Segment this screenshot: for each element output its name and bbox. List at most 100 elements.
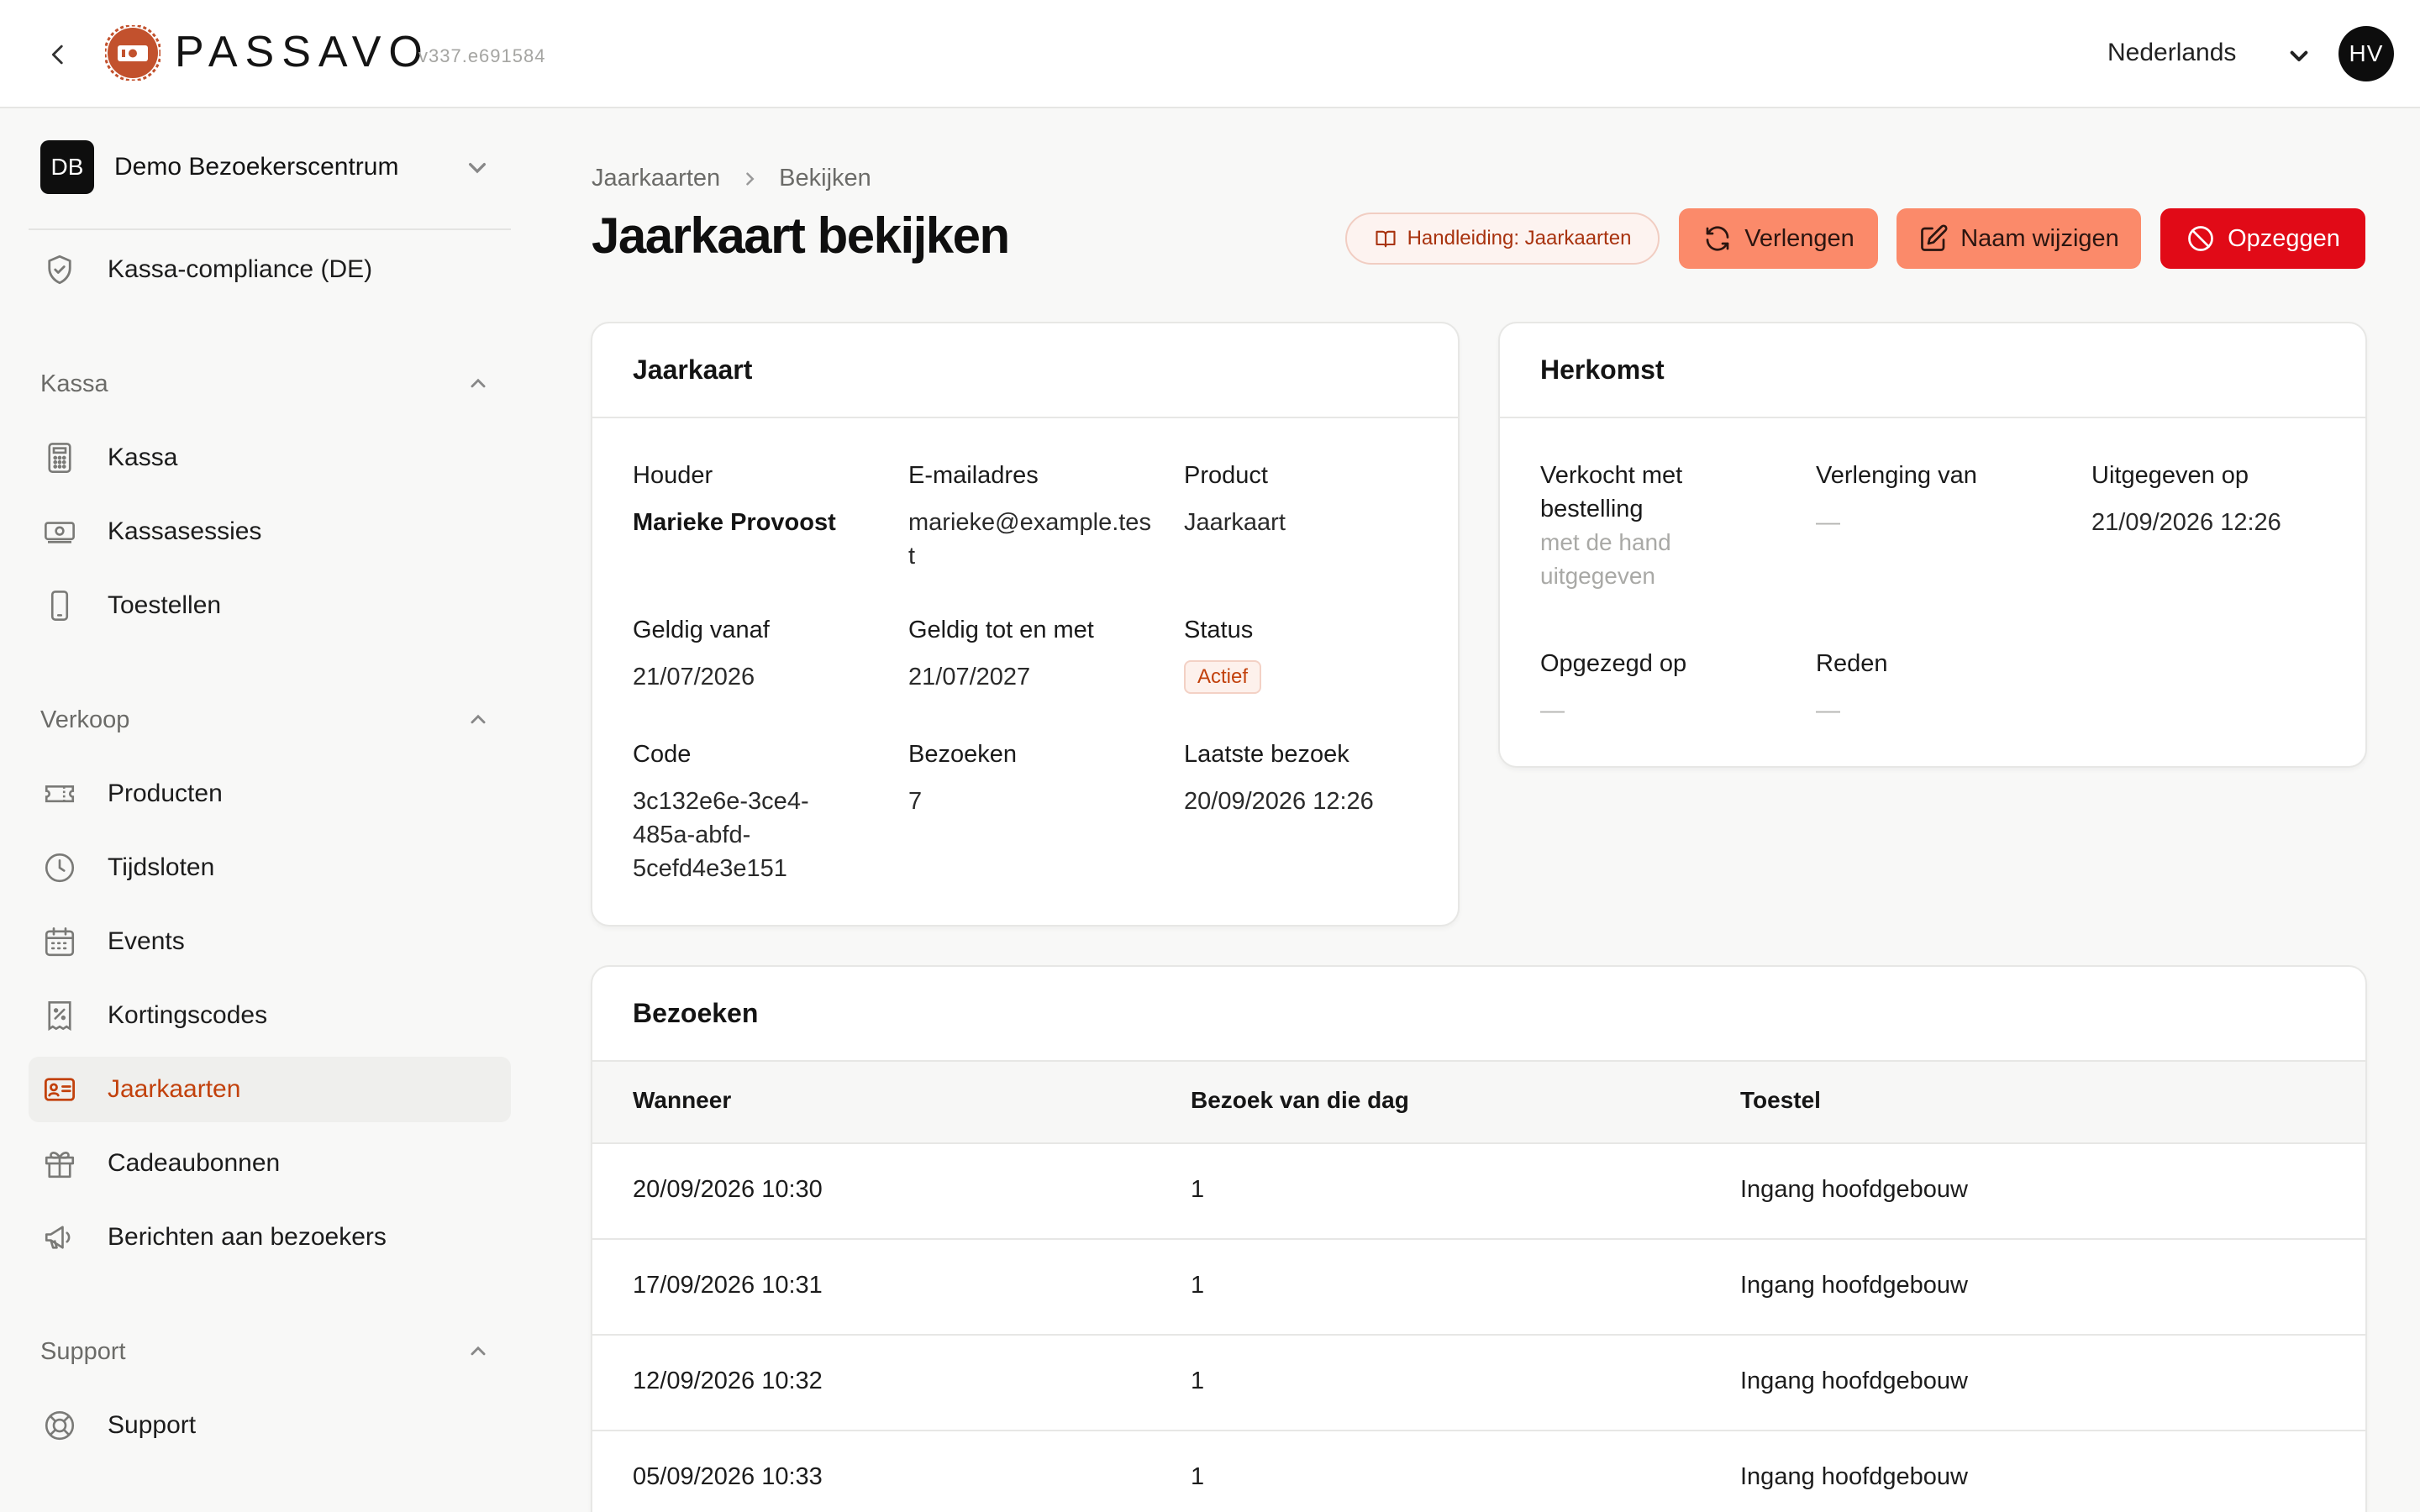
- sidebar-item-label: Support: [108, 1411, 197, 1439]
- field-value: 21/07/2027: [908, 664, 1031, 690]
- megaphone-icon: [45, 1226, 71, 1249]
- field-cancelled-on: Opgezegd op —: [1540, 647, 1792, 727]
- field-issued-on: Uitgegeven op 21/09/2026 12:26: [2091, 459, 2344, 539]
- field-label: Code: [633, 741, 692, 768]
- renew-button-label: Verlengen: [1744, 224, 1854, 252]
- section-label: Support: [40, 1337, 126, 1365]
- renew-button[interactable]: Verlengen: [1679, 208, 1878, 269]
- cell-visit-of-day: 1: [1191, 1176, 1205, 1203]
- section-support[interactable]: Support: [40, 1331, 504, 1373]
- field-value: —: [1816, 509, 1840, 536]
- field-valid-from: Geldig vanaf 21/07/2026: [633, 613, 885, 694]
- field-value: 20/09/2026 12:26: [1184, 788, 1374, 815]
- field-label: Product: [1184, 462, 1268, 489]
- cell-when: 12/09/2026 10:32: [633, 1368, 823, 1394]
- table-row[interactable]: 17/09/2026 10:31 1 Ingang hoofdgebouw: [592, 1240, 2365, 1336]
- sidebar-item-events[interactable]: Events: [29, 909, 511, 974]
- field-label: Geldig vanaf: [633, 617, 770, 643]
- ticket-icon: [45, 785, 75, 803]
- column-header-visit-of-day: Bezoek van die dag: [1191, 1087, 1409, 1113]
- sidebar-item-jaarkaarten[interactable]: Jaarkaarten: [29, 1057, 511, 1122]
- rename-button[interactable]: Naam wijzigen: [1897, 208, 2141, 269]
- cell-device: Ingang hoofdgebouw: [1740, 1368, 1968, 1394]
- passavo-logo-icon: [105, 25, 160, 81]
- sidebar-item-kortingscodes[interactable]: Kortingscodes: [29, 983, 511, 1048]
- sidebar-item-label: Toestellen: [108, 591, 222, 619]
- sidebar-item-producten[interactable]: Producten: [29, 761, 511, 827]
- cell-visit-of-day: 1: [1191, 1463, 1205, 1490]
- field-email: E-mailadres marieke@example.test: [908, 459, 1152, 573]
- receipt-percent-icon: [48, 1000, 71, 1032]
- cell-when: 05/09/2026 10:33: [633, 1463, 823, 1490]
- sidebar-item-label: Cadeaubonnen: [108, 1149, 281, 1177]
- sidebar-item-label: Kassasessies: [108, 517, 262, 545]
- field-last-visit: Laatste bezoek 20/09/2026 12:26: [1184, 738, 1436, 818]
- sidebar-item-berichten[interactable]: Berichten aan bezoekers: [29, 1205, 511, 1270]
- column-header-when: Wanneer: [633, 1087, 732, 1113]
- chevron-down-icon[interactable]: [2282, 39, 2316, 72]
- cell-when: 17/09/2026 10:31: [633, 1272, 823, 1299]
- pass-details-card: Jaarkaart Houder Marieke Provoost E-mail…: [591, 322, 1460, 927]
- section-kassa[interactable]: Kassa: [40, 363, 504, 405]
- field-sold-with-order: Verkocht met bestelling met de hand uitg…: [1540, 459, 1742, 593]
- table-row[interactable]: 20/09/2026 10:30 1 Ingang hoofdgebouw: [592, 1144, 2365, 1240]
- field-value: marieke@example.test: [908, 509, 1151, 570]
- field-code: Code 3c132e6e-3ce4-485a-abfd-5cefd4e3e15…: [633, 738, 834, 885]
- sidebar-item-label: Jaarkaarten: [108, 1075, 241, 1103]
- org-badge: DB: [40, 140, 94, 194]
- card-title: Herkomst: [1500, 323, 2365, 418]
- status-badge: Actief: [1184, 660, 1262, 694]
- breadcrumb: Jaarkaarten Bekijken: [592, 165, 871, 192]
- org-switcher[interactable]: DB Demo Bezoekerscentrum: [40, 139, 511, 195]
- field-renewal-of: Verlenging van —: [1816, 459, 2068, 539]
- phone-icon: [50, 591, 69, 621]
- field-label: Geldig tot en met: [908, 617, 1094, 643]
- chevron-down-icon: [469, 163, 486, 174]
- sidebar-item-tijdsloten[interactable]: Tijdsloten: [29, 835, 511, 900]
- sidebar-item-kassasessies[interactable]: Kassasessies: [29, 499, 511, 564]
- card-title: Jaarkaart: [592, 323, 1458, 418]
- chevron-up-icon: [471, 714, 486, 724]
- id-card-icon: [44, 1078, 76, 1101]
- guide-button[interactable]: Handleiding: Jaarkaarten: [1345, 213, 1660, 265]
- table-row[interactable]: 05/09/2026 10:33 1 Ingang hoofdgebouw: [592, 1431, 2365, 1512]
- cancel-button-label: Opzeggen: [2228, 224, 2340, 252]
- user-avatar[interactable]: HV: [2338, 26, 2394, 81]
- breadcrumb-link-jaarkaarten[interactable]: Jaarkaarten: [592, 165, 720, 192]
- field-status: Status Actief: [1184, 613, 1436, 694]
- sidebar-item-label: Producten: [108, 780, 223, 807]
- version-label: v337.e691584: [418, 45, 546, 66]
- cell-device: Ingang hoofdgebouw: [1740, 1463, 1968, 1490]
- field-valid-until: Geldig tot en met 21/07/2027: [908, 613, 1160, 694]
- refresh-icon: [1706, 226, 1729, 251]
- field-value: —: [1540, 697, 1565, 724]
- chevron-up-icon: [471, 378, 486, 388]
- table-header: Wanneer Bezoek van die dag Toestel: [592, 1062, 2365, 1144]
- table-row[interactable]: 12/09/2026 10:32 1 Ingang hoofdgebouw: [592, 1336, 2365, 1431]
- clock-icon: [45, 853, 75, 883]
- visits-card: Bezoeken Wanneer Bezoek van die dag Toes…: [591, 965, 2367, 1512]
- column-header-device: Toestel: [1740, 1087, 1821, 1113]
- field-label: E-mailadres: [908, 462, 1039, 489]
- sidebar-item-support[interactable]: Support: [29, 1393, 511, 1458]
- back-button[interactable]: [37, 34, 79, 76]
- field-visits: Bezoeken 7: [908, 738, 1160, 818]
- origin-card: Herkomst Verkocht met bestelling met de …: [1498, 322, 2367, 768]
- guide-button-label: Handleiding: Jaarkaarten: [1407, 227, 1632, 249]
- field-label: Laatste bezoek: [1184, 741, 1349, 768]
- sidebar-item-cadeaubonnen[interactable]: Cadeaubonnen: [29, 1131, 511, 1196]
- cancel-subscription-button[interactable]: Opzeggen: [2160, 208, 2365, 269]
- field-reason: Reden —: [1816, 647, 2068, 727]
- sidebar-item-toestellen[interactable]: Toestellen: [29, 573, 511, 638]
- cell-when: 20/09/2026 10:30: [633, 1176, 823, 1203]
- lifebuoy-icon: [45, 1410, 75, 1441]
- cell-visit-of-day: 1: [1191, 1368, 1205, 1394]
- sidebar-item-kassa[interactable]: Kassa: [29, 425, 511, 491]
- field-value: 21/07/2026: [633, 664, 755, 690]
- language-select[interactable]: Nederlands: [2107, 39, 2236, 67]
- rename-button-label: Naam wijzigen: [1960, 224, 2119, 252]
- sidebar-item-label: Kassa: [108, 444, 178, 471]
- sidebar-item-compliance[interactable]: Kassa-compliance (DE): [29, 237, 511, 302]
- sidebar-item-label: Events: [108, 927, 185, 955]
- section-verkoop[interactable]: Verkoop: [40, 699, 504, 741]
